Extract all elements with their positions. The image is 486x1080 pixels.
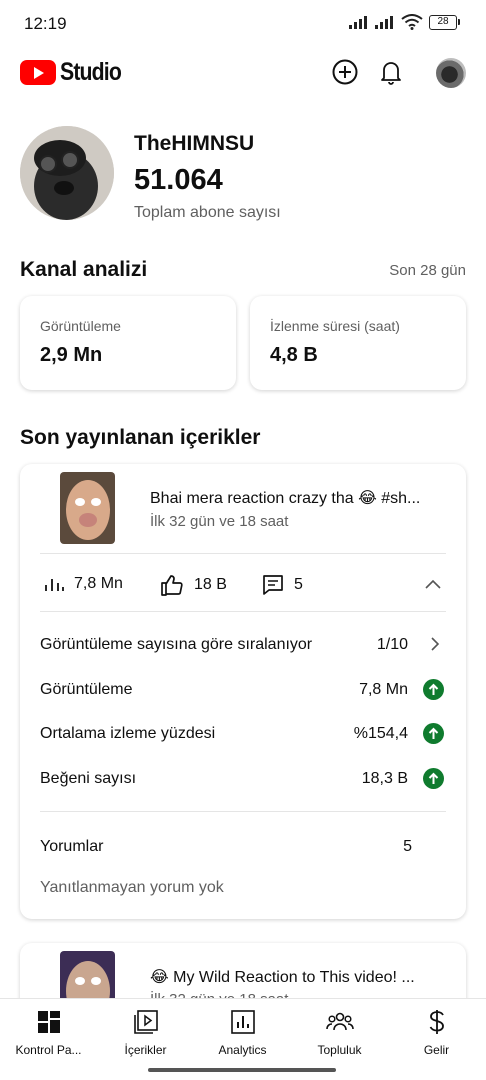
avg-view-percentage-row: Ortalama izleme yüzdesi %154,4: [40, 721, 446, 751]
chevron-right-icon: [431, 637, 440, 651]
notifications-button[interactable]: [376, 57, 406, 87]
divider: [40, 611, 446, 612]
signal-icon-2: [375, 16, 393, 29]
bell-icon: [381, 62, 401, 85]
analytics-title: Kanal analizi: [20, 258, 148, 281]
metric-value: 4,8 B: [270, 344, 318, 366]
create-icon: [332, 59, 358, 85]
unanswered-label: Yanıtlanmayan yorum yok: [40, 879, 224, 896]
divider: [40, 553, 446, 554]
trend-up-icon: [423, 768, 444, 789]
video-title[interactable]: Bhai mera reaction crazy tha 😂 #sh...: [150, 488, 420, 508]
nav-label: Gelir: [423, 1043, 450, 1057]
views-stat: 7,8 Mn: [44, 574, 123, 594]
trend-up-icon: [423, 723, 444, 744]
analytics-icon: [230, 1010, 255, 1034]
status-bar: 12:19 28: [0, 0, 486, 46]
nav-label: Topluluk: [317, 1043, 362, 1057]
metric-label: İzlenme süresi (saat): [270, 318, 400, 334]
recent-video-card: Bhai mera reaction crazy tha 😂 #sh... İl…: [20, 464, 466, 919]
status-icons: 28: [349, 14, 460, 30]
nav-label: Analytics: [218, 1043, 267, 1057]
row-value: 18,3 B: [361, 770, 408, 787]
comments-stat-value: 5: [294, 576, 303, 593]
earn-icon: [429, 1010, 444, 1034]
channel-avatar[interactable]: [20, 126, 114, 220]
nav-label: İçerikler: [124, 1043, 167, 1057]
video-period: İlk 32 gün ve 18 saat: [150, 513, 289, 530]
logo-text: Studio: [60, 58, 122, 86]
video-thumbnail[interactable]: [60, 472, 115, 544]
nav-content[interactable]: İçerikler: [97, 1009, 194, 1057]
battery-level: 28: [429, 14, 457, 30]
metric-label: Görüntüleme: [40, 318, 121, 334]
content-icon: [133, 1010, 158, 1034]
divider: [40, 811, 446, 812]
trend-up-icon: [423, 679, 444, 700]
metric-value: 2,9 Mn: [40, 344, 103, 366]
row-label: Görüntüleme: [40, 681, 133, 698]
nav-label: Kontrol Pa...: [15, 1043, 82, 1057]
nav-community[interactable]: Topluluk: [291, 1009, 388, 1057]
comments-row[interactable]: Yorumlar 5: [40, 834, 446, 864]
row-label: Beğeni sayısı: [40, 770, 137, 787]
account-avatar[interactable]: [436, 58, 466, 88]
collapse-button[interactable]: [424, 577, 442, 595]
video-title[interactable]: 😂 My Wild Reaction to This video! ...: [150, 967, 415, 987]
recent-content-title: Son yayınlanan içerikler: [20, 426, 261, 449]
dog-avatar-image: [20, 126, 114, 220]
battery-icon: 28: [429, 14, 460, 30]
comment-icon: [263, 575, 283, 595]
bar-chart-icon: [45, 579, 64, 591]
views-metric-card[interactable]: Görüntüleme 2,9 Mn: [20, 296, 236, 390]
analytics-period: Son 28 gün: [389, 262, 466, 279]
subscriber-count: 51.064: [134, 164, 223, 196]
home-indicator[interactable]: [148, 1068, 336, 1072]
comments-label: Yorumlar: [40, 838, 104, 855]
wifi-icon: [401, 14, 423, 30]
likes-stat-value: 18 B: [194, 576, 227, 593]
create-button[interactable]: [330, 57, 360, 87]
views-stat-value: 7,8 Mn: [74, 575, 123, 592]
views-row: Görüntüleme 7,8 Mn: [40, 677, 446, 707]
app-header: Studio: [0, 46, 486, 100]
status-time: 12:19: [24, 14, 67, 33]
subscriber-label: Toplam abone sayısı: [134, 204, 281, 221]
likes-row: Beğeni sayısı 18,3 B: [40, 766, 446, 796]
row-value: %154,4: [353, 725, 408, 742]
watch-time-metric-card[interactable]: İzlenme süresi (saat) 4,8 B: [250, 296, 466, 390]
community-icon: [325, 1012, 354, 1031]
ranking-label: Görüntüleme sayısına göre sıralanıyor: [40, 636, 313, 653]
dashboard-icon: [37, 1011, 60, 1033]
unanswered-comments-note: Yanıtlanmayan yorum yok: [40, 875, 446, 905]
nav-analytics[interactable]: Analytics: [194, 1009, 291, 1057]
ranking-row[interactable]: Görüntüleme sayısına göre sıralanıyor 1/…: [40, 632, 446, 662]
nav-dashboard[interactable]: Kontrol Pa...: [0, 1009, 97, 1057]
studio-logo[interactable]: Studio: [20, 58, 132, 87]
channel-name: TheHIMNSU: [134, 132, 255, 155]
comments-stat: 5: [262, 574, 303, 596]
comments-value: 5: [403, 838, 412, 855]
channel-profile: TheHIMNSU 51.064 Toplam abone sayısı: [20, 126, 466, 226]
row-label: Ortalama izleme yüzdesi: [40, 725, 216, 742]
row-value: 7,8 Mn: [359, 681, 408, 698]
nav-earn[interactable]: Gelir: [388, 1009, 485, 1057]
signal-icon: [349, 16, 367, 29]
chevron-up-icon: [425, 579, 441, 589]
youtube-play-icon: [20, 60, 56, 85]
ranking-value: 1/10: [376, 636, 408, 653]
thumbs-up-icon: [161, 575, 183, 596]
likes-stat: 18 B: [160, 574, 227, 596]
